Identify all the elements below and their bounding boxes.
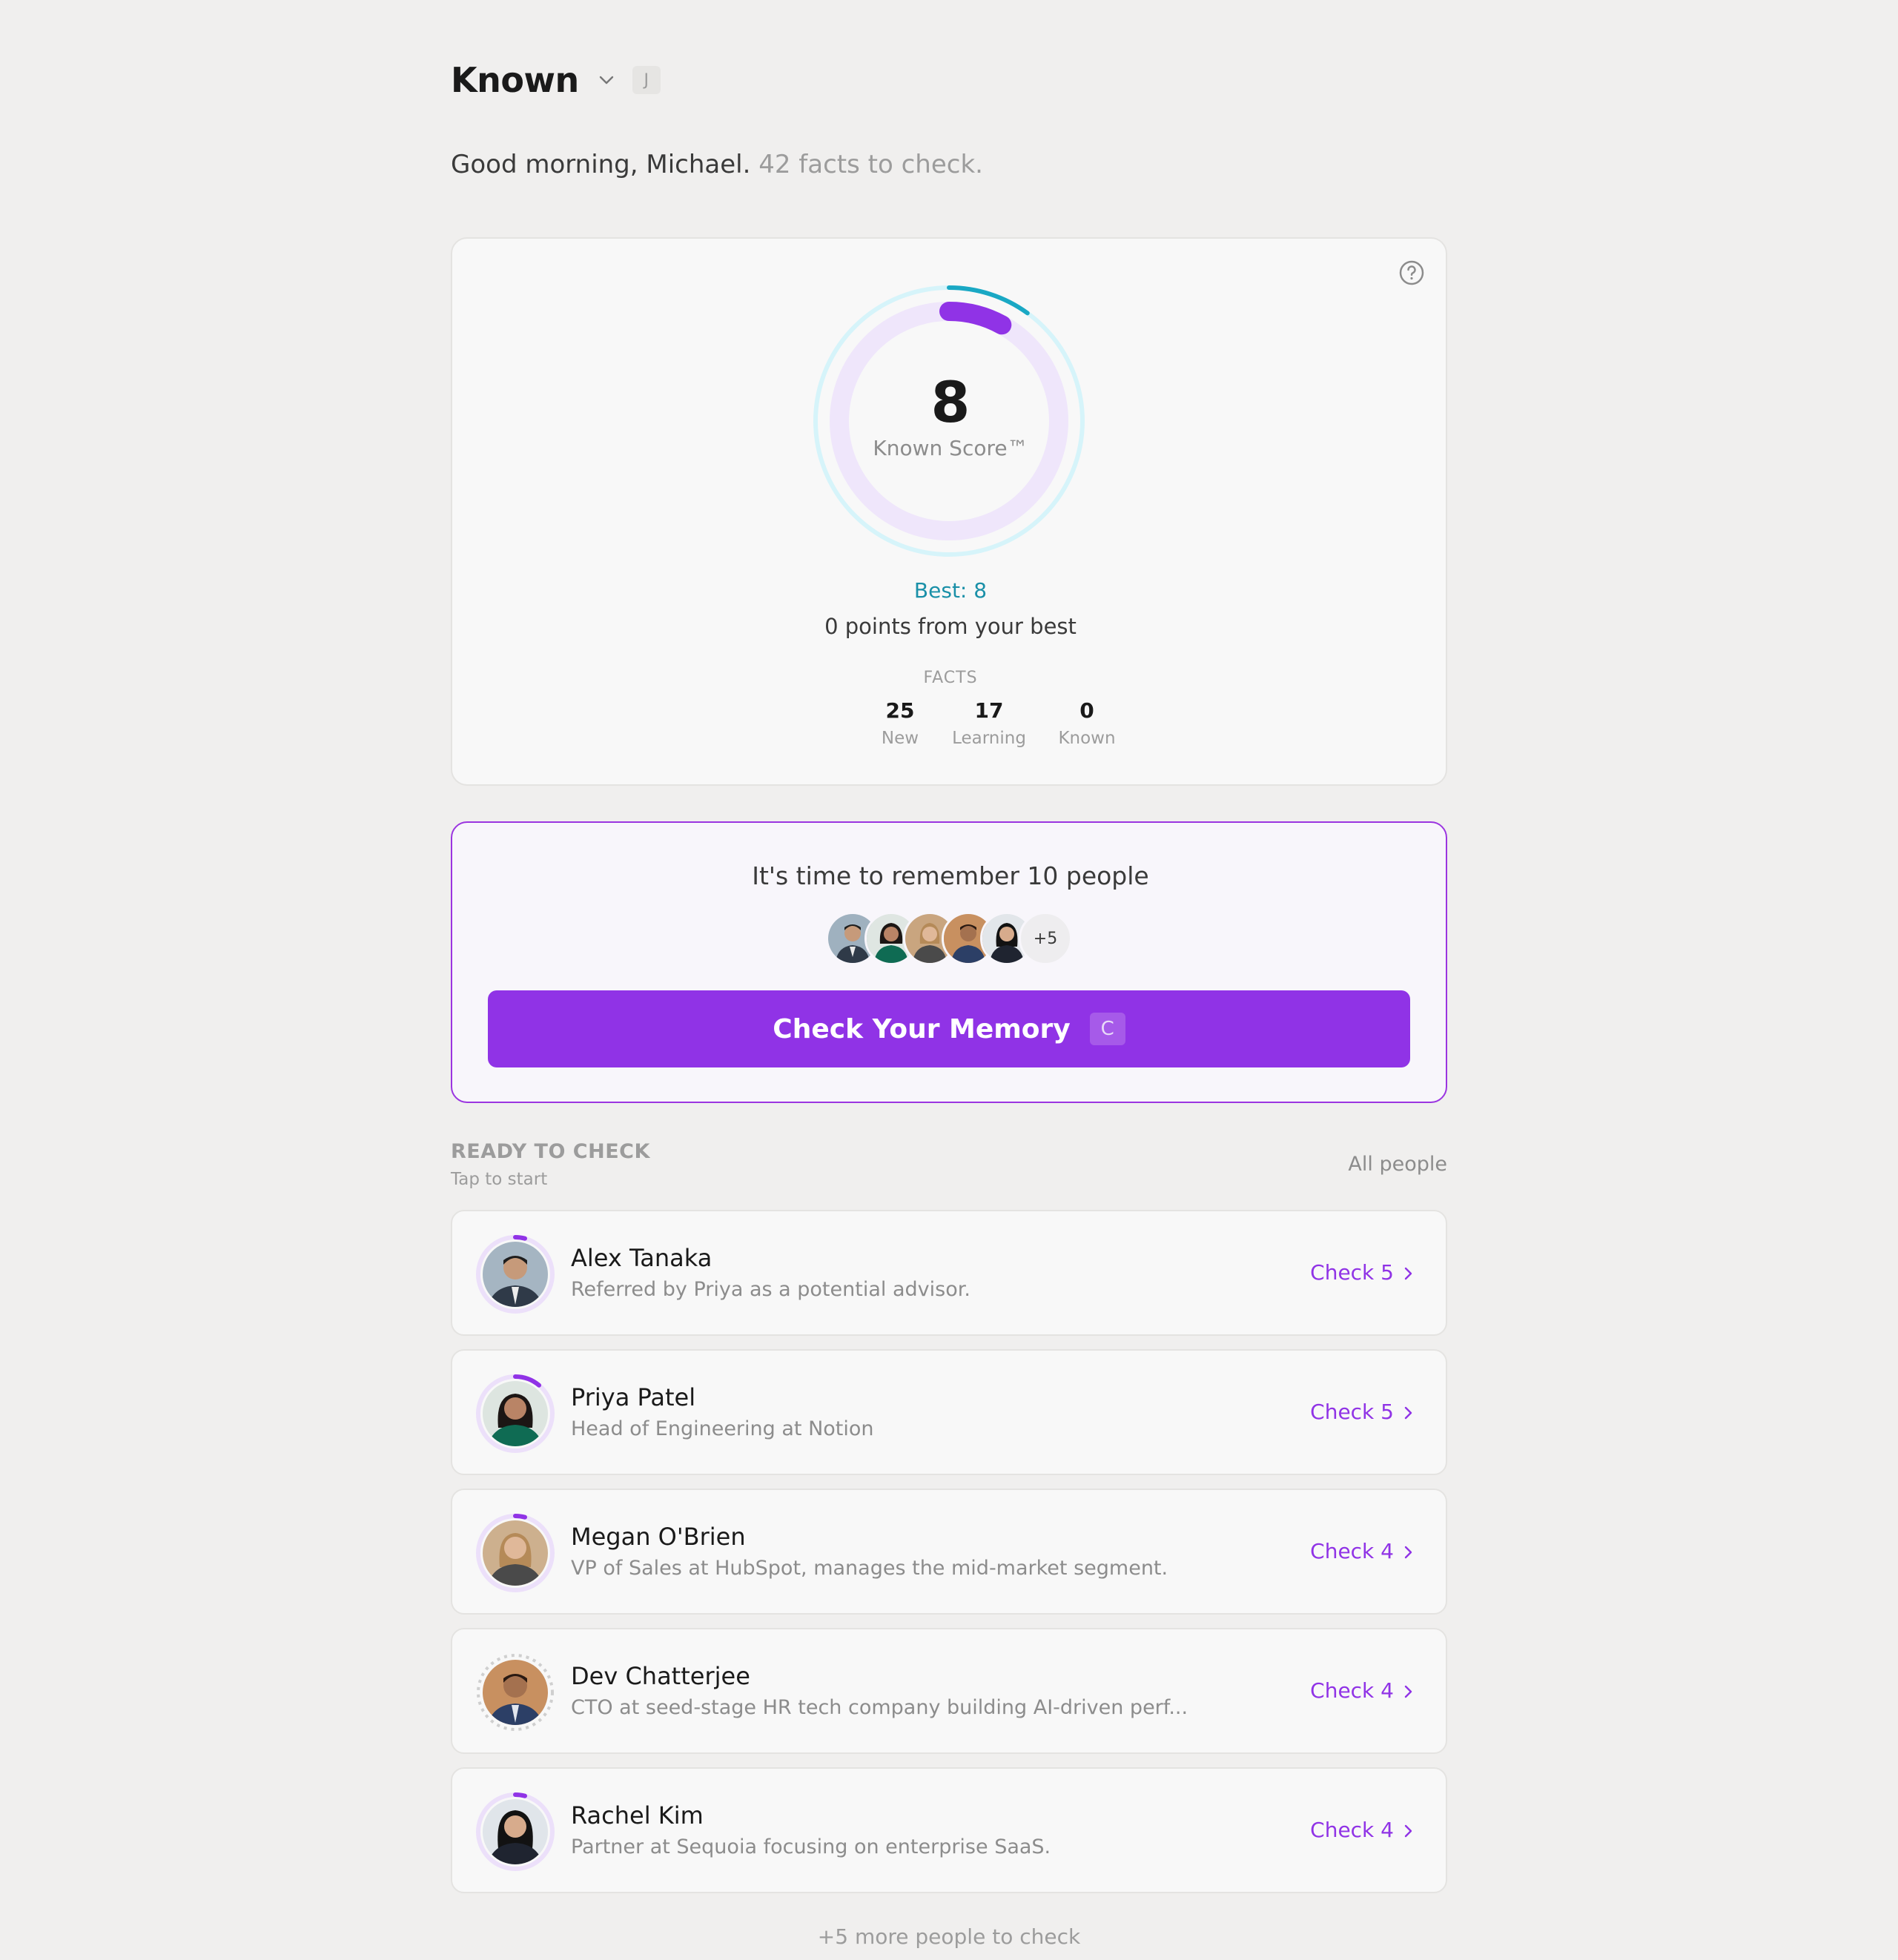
person-name: Megan O'Brien: [571, 1523, 746, 1551]
person-name: Priya Patel: [571, 1383, 696, 1411]
person-name: Rachel Kim: [571, 1801, 704, 1830]
known-score-card: 8 Known Score™ Best: 8 0 points from you…: [451, 237, 1447, 786]
fact-known: 0 Known: [1028, 698, 1146, 748]
avatar: [477, 1654, 554, 1731]
ready-to-check-heading: READY TO CHECK: [451, 1140, 650, 1163]
avatar: [476, 1374, 555, 1453]
greeting-text: Good morning, Michael.: [451, 150, 751, 179]
avatar: [476, 1514, 555, 1592]
chevron-down-icon[interactable]: [595, 69, 618, 91]
person-description: CTO at seed-stage HR tech company buildi…: [571, 1696, 1188, 1719]
best-score: Best: 8: [913, 578, 988, 603]
ready-to-check-subtitle: Tap to start: [451, 1170, 548, 1189]
greeting: Good morning, Michael. 42 facts to check…: [451, 150, 983, 179]
help-icon[interactable]: [1397, 258, 1426, 288]
avatar: [476, 1235, 555, 1314]
chevron-right-icon: [1404, 1824, 1412, 1838]
avatar: [476, 1792, 555, 1871]
check-your-memory-button[interactable]: Check Your Memory C: [488, 990, 1410, 1067]
score-value: 8: [930, 369, 971, 435]
check-count-link[interactable]: Check 5: [1310, 1400, 1394, 1424]
person-row[interactable]: Rachel Kim Partner at Sequoia focusing o…: [451, 1767, 1447, 1893]
memory-prompt: It's time to remember 10 people: [752, 861, 1149, 890]
person-row[interactable]: Megan O'Brien VP of Sales at HubSpot, ma…: [451, 1489, 1447, 1615]
facts-heading: FACTS: [923, 669, 978, 687]
check-count-link[interactable]: Check 4: [1310, 1678, 1394, 1703]
avatar-stack: +5: [826, 912, 1078, 965]
more-people-link[interactable]: +5 more people to check: [451, 1924, 1447, 1949]
person-row[interactable]: Priya Patel Head of Engineering at Notio…: [451, 1349, 1447, 1475]
person-description: Partner at Sequoia focusing on enterpris…: [571, 1835, 1051, 1858]
person-description: Head of Engineering at Notion: [571, 1417, 874, 1440]
more-people-badge: +5: [1019, 912, 1072, 965]
check-memory-shortcut: C: [1089, 1013, 1125, 1045]
chevron-right-icon: [1404, 1406, 1412, 1420]
check-memory-label: Check Your Memory: [773, 1013, 1071, 1044]
fact-label: Known: [1058, 729, 1116, 748]
app-title[interactable]: Known: [451, 60, 579, 100]
points-from-best: 0 points from your best: [824, 614, 1077, 639]
chevron-right-icon: [1404, 1685, 1412, 1698]
header: Known J: [451, 53, 661, 107]
score-label: Known Score™: [873, 436, 1028, 460]
person-row[interactable]: Alex Tanaka Referred by Priya as a poten…: [451, 1210, 1447, 1336]
chevron-right-icon: [1404, 1546, 1412, 1559]
facts-to-check-text: 42 facts to check.: [758, 150, 983, 179]
workspace-shortcut-badge: J: [632, 66, 661, 94]
person-description: VP of Sales at HubSpot, manages the mid-…: [571, 1557, 1168, 1580]
person-row[interactable]: Dev Chatterjee CTO at seed-stage HR tech…: [451, 1628, 1447, 1754]
fact-count: 0: [1079, 698, 1094, 723]
person-name: Alex Tanaka: [571, 1244, 712, 1272]
check-count-link[interactable]: Check 5: [1310, 1260, 1394, 1285]
all-people-link[interactable]: All people: [1348, 1153, 1447, 1176]
check-count-link[interactable]: Check 4: [1310, 1539, 1394, 1563]
score-arc: [939, 302, 1012, 335]
chevron-right-icon: [1404, 1267, 1412, 1280]
check-memory-card: It's time to remember 10 people +5 Check…: [451, 821, 1447, 1103]
person-name: Dev Chatterjee: [571, 1662, 750, 1690]
person-description: Referred by Priya as a potential advisor…: [571, 1278, 971, 1301]
check-count-link[interactable]: Check 4: [1310, 1818, 1394, 1842]
